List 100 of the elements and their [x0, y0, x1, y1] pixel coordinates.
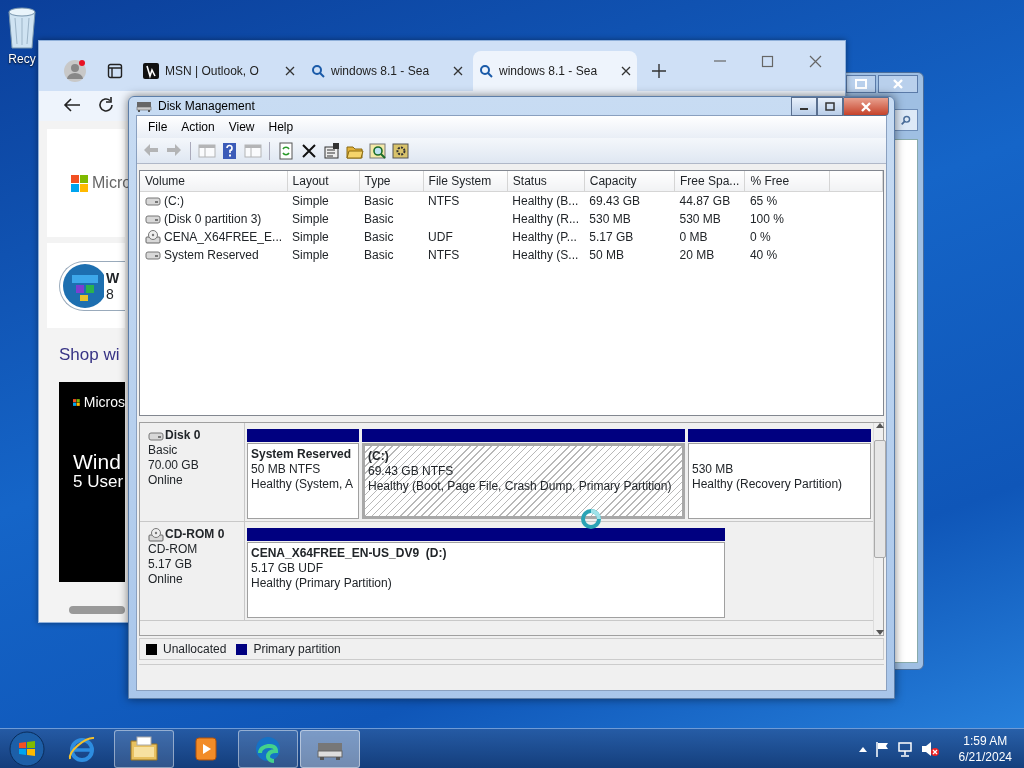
- menu-item[interactable]: Action: [174, 116, 222, 138]
- menu-item[interactable]: Help: [261, 116, 301, 138]
- product-chip[interactable]: W 8: [59, 260, 125, 311]
- search-icon: [479, 64, 493, 78]
- browser-tab[interactable]: MSN | Outlook, O: [137, 51, 301, 91]
- partition-status: Healthy (Primary Partition): [251, 576, 393, 591]
- disk-status: Online: [148, 473, 184, 488]
- table-cell-text: Simple: [291, 247, 330, 264]
- search-icon: [311, 64, 325, 78]
- close-icon: [808, 54, 822, 68]
- table-cell: 65 %: [744, 191, 830, 210]
- maximize-icon: [760, 54, 774, 68]
- properties-icon: [323, 141, 341, 160]
- microsoft-logo-icon: [71, 174, 88, 192]
- table-cell-text: Simple: [291, 211, 330, 228]
- close-icon[interactable]: [453, 66, 463, 76]
- legend-label: Unallocated: [163, 641, 227, 658]
- partition-name: CENA_X64FREE_EN-US_DV9 (D:): [251, 546, 448, 561]
- browser-tab[interactable]: windows 8.1 - Sea: [305, 51, 469, 91]
- table-cell-text: 20 MB: [678, 247, 716, 264]
- close-icon: [893, 79, 903, 89]
- drive-icon: [145, 250, 161, 260]
- search-button[interactable]: [894, 109, 918, 131]
- toolbar-button[interactable]: [322, 140, 342, 161]
- column-header[interactable]: Free Spa...: [674, 171, 745, 192]
- table-cell: Healthy (B...: [507, 191, 585, 210]
- maximize-button[interactable]: [817, 97, 843, 116]
- partition-detail: 530 MB: [692, 462, 735, 477]
- msn-icon: [143, 63, 159, 79]
- card-title: W: [106, 269, 120, 286]
- partition-detail: 69.43 GB NTFS: [368, 464, 455, 479]
- table-cell-text: Basic: [363, 229, 395, 246]
- horizontal-scrollbar[interactable]: [69, 605, 125, 614]
- card-subtitle: 8: [106, 285, 115, 302]
- disk-status: Online: [148, 572, 184, 587]
- table-cell-text: 530 MB: [588, 211, 632, 228]
- drive-icon: [148, 430, 164, 441]
- close-button[interactable]: [878, 75, 918, 93]
- flag-icon[interactable]: [874, 740, 889, 757]
- column-header[interactable]: % Free: [744, 171, 830, 192]
- cd-drive-icon: [148, 527, 164, 542]
- close-icon[interactable]: [285, 66, 295, 76]
- partition-box[interactable]: 530 MB Healthy (Recovery Partition): [688, 443, 871, 519]
- table-cell-text: Basic: [363, 247, 395, 264]
- plus-icon: [651, 63, 667, 79]
- partition-box[interactable]: CENA_X64FREE_EN-US_DV9 (D:) 5.17 GB UDF Healthy (Primary Partition): [247, 542, 725, 618]
- drive-icon: [145, 196, 161, 206]
- up-arrow-icon: [876, 423, 884, 428]
- column-header[interactable]: File System: [423, 171, 508, 192]
- close-button[interactable]: [843, 97, 889, 116]
- column-header[interactable]: Type: [359, 171, 424, 192]
- partition-name: (C:): [368, 449, 390, 464]
- table-cell: 44.87 GB: [674, 191, 745, 210]
- table-cell-text: Simple: [291, 229, 330, 246]
- recycle-bin-icon[interactable]: [5, 6, 39, 50]
- clock[interactable]: 1:59 AM 6/21/2024: [958, 732, 1012, 765]
- column-header[interactable]: Status: [507, 171, 585, 192]
- disk-management-icon: [136, 99, 152, 113]
- table-cell-text: 40 %: [748, 247, 779, 264]
- maximize-icon: [855, 79, 867, 89]
- volume-name: System Reserved: [164, 247, 259, 264]
- busy-cursor-icon: [580, 508, 602, 530]
- close-icon: [861, 101, 871, 112]
- refresh-icon: [97, 96, 115, 114]
- table-cell: Basic: [359, 191, 424, 210]
- partition-box[interactable]: (C:) 69.43 GB NTFS Healthy (Boot, Page File, Crash Dump, Primary Partition): [362, 443, 685, 519]
- partition-box[interactable]: System Reserved 50 MB NTFS Healthy (System, A: [247, 443, 359, 519]
- search-icon: [901, 113, 911, 127]
- close-icon[interactable]: [621, 66, 631, 76]
- table-cell-text: Healthy (R...: [511, 211, 580, 228]
- menu-item[interactable]: File: [141, 116, 175, 138]
- restore-icon: [825, 102, 835, 111]
- taskbar-button[interactable]: [114, 729, 174, 768]
- taskbar-button[interactable]: [300, 729, 360, 768]
- scroll-thumb[interactable]: [874, 440, 886, 558]
- show-hidden-icons-icon[interactable]: [858, 745, 867, 752]
- volume-name: (Disk 0 partition 3): [164, 211, 262, 228]
- volume-name: (C:): [164, 193, 184, 210]
- settings-icon: [392, 141, 410, 160]
- menu-item[interactable]: View: [221, 116, 262, 138]
- minimize-button[interactable]: [791, 97, 817, 116]
- column-header[interactable]: Capacity: [584, 171, 675, 192]
- maximize-button[interactable]: [846, 75, 876, 93]
- network-icon[interactable]: [896, 740, 913, 757]
- column-header[interactable]: Layout: [287, 171, 360, 192]
- legend-label: Primary partition: [253, 641, 341, 658]
- partition-status: Healthy (System, A: [251, 477, 355, 492]
- ad-subtitle: 5 User: [73, 472, 125, 491]
- volume-name: CENA_X64FREE_E...: [164, 229, 283, 246]
- table-cell-text: 100 %: [748, 211, 785, 228]
- table-cell-text: 5.17 GB: [588, 229, 635, 246]
- toolbar-button[interactable]: [391, 140, 411, 161]
- browser-tab[interactable]: windows 8.1 - Sea: [473, 51, 637, 91]
- vertical-scrollbar[interactable]: [873, 423, 886, 635]
- speaker-muted-icon[interactable]: [920, 740, 939, 757]
- table-cell: Simple: [287, 191, 360, 210]
- column-header[interactable]: Volume: [140, 171, 288, 192]
- taskbar-button[interactable]: [238, 729, 298, 768]
- pane-icon: [198, 141, 216, 160]
- cd-drive-icon: [145, 230, 161, 244]
